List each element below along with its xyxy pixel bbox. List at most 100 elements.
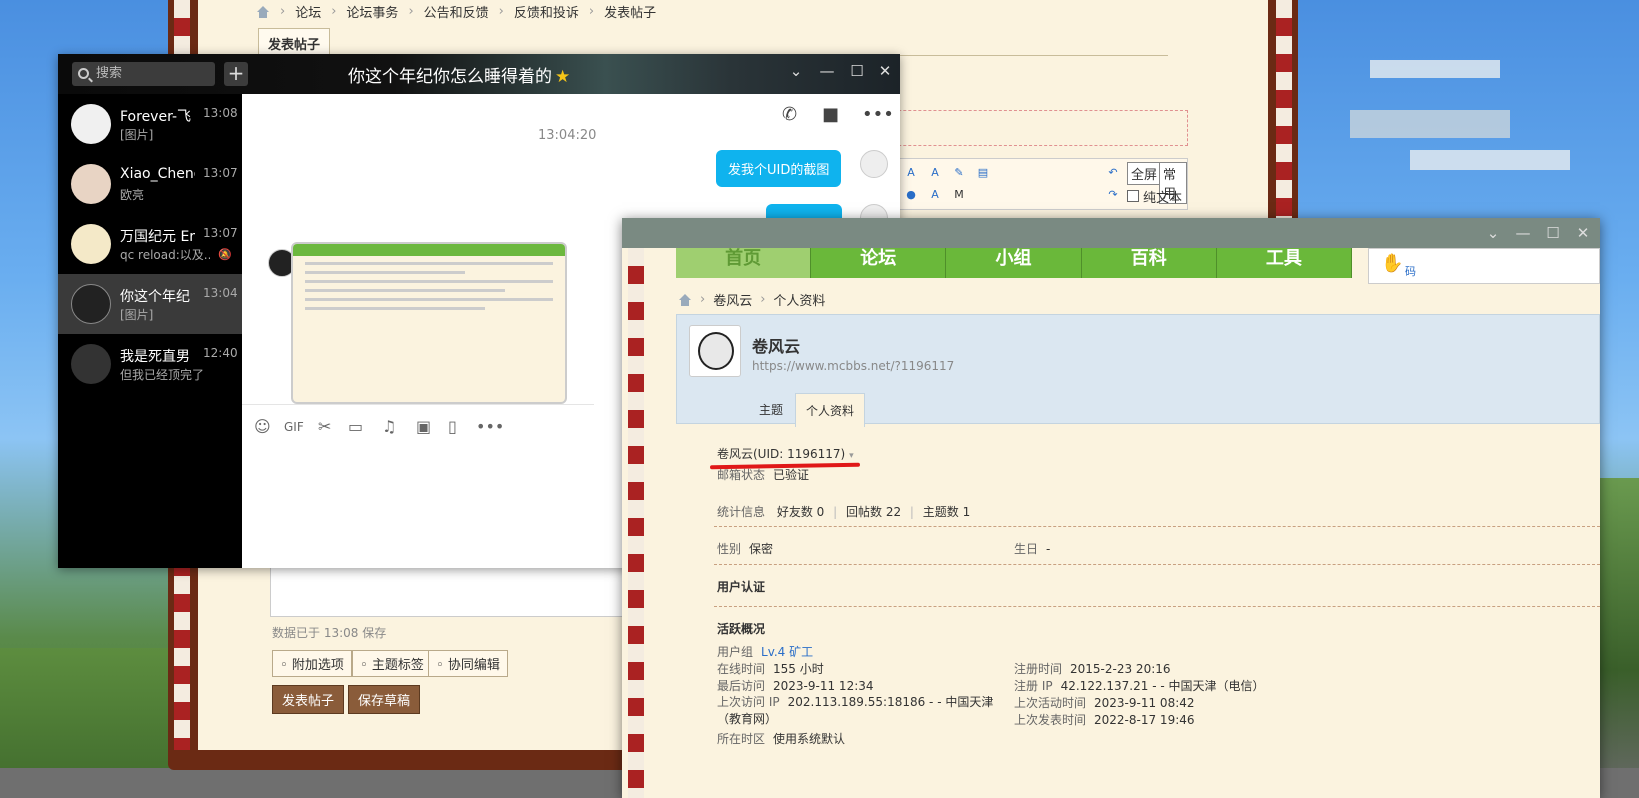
- attach-options-button[interactable]: ◦ 附加选项: [272, 650, 352, 677]
- image-icon[interactable]: ▣: [416, 417, 431, 436]
- online-label: 在线时间: [717, 662, 766, 676]
- breadcrumb-item[interactable]: 论坛事务: [346, 2, 398, 21]
- subscript-icon[interactable]: A: [927, 187, 943, 203]
- option-label: 协同编辑: [447, 658, 500, 673]
- breadcrumb-item[interactable]: 卷风云: [713, 290, 752, 309]
- table-icon[interactable]: ▤: [975, 165, 991, 181]
- gif-icon[interactable]: GIF: [284, 420, 304, 434]
- profile-titlebar: ⌄ — ☐ ✕: [622, 218, 1600, 248]
- phone-screen-icon[interactable]: ▯: [448, 417, 457, 436]
- emoji-icon[interactable]: ☺: [254, 417, 271, 436]
- topic-tags-button[interactable]: ◦ 主题标签: [352, 650, 432, 677]
- nav-wiki[interactable]: 百科: [1082, 248, 1217, 278]
- conversation-item[interactable]: Forever-飞 13:08 [图片]: [58, 94, 242, 154]
- divider: [714, 526, 1600, 527]
- plaintext-checkbox[interactable]: [1127, 190, 1139, 202]
- conversation-item[interactable]: 万国纪元 Er 13:07 qc reload:以及... 🔕: [58, 214, 242, 274]
- avatar: [71, 164, 111, 204]
- chevron-down-icon[interactable]: ⌄: [1482, 224, 1504, 242]
- conversation-time: 12:40: [203, 346, 238, 360]
- avatar[interactable]: [689, 325, 741, 377]
- title-field[interactable]: [858, 110, 1188, 146]
- search-input[interactable]: 搜索: [72, 62, 215, 86]
- chevron-down-icon[interactable]: ▾: [849, 451, 854, 461]
- close-icon[interactable]: ✕: [874, 62, 896, 80]
- breadcrumb-item[interactable]: 论坛: [295, 2, 321, 21]
- emoji-icon[interactable]: ●: [903, 187, 919, 203]
- email-status: 邮箱状态 已验证: [717, 466, 809, 483]
- add-button[interactable]: +: [224, 62, 248, 86]
- breadcrumb-separator: ›: [700, 292, 706, 307]
- conversation-item[interactable]: Xiao_Cheng 13:07 欧亮: [58, 154, 242, 214]
- gender-row: 性别 保密: [717, 540, 773, 557]
- nav-group[interactable]: 小组: [946, 248, 1082, 278]
- search-icon: [78, 68, 89, 79]
- stats-replies[interactable]: 回帖数 22: [846, 505, 901, 519]
- submit-post-button[interactable]: 发表帖子: [272, 685, 345, 714]
- font-size-icon[interactable]: A: [927, 165, 943, 181]
- cert-title: 用户认证: [717, 580, 766, 594]
- stats-row: 统计信息 好友数 0 | 回帖数 22 | 主题数 1: [717, 503, 970, 520]
- conversation-name: 我是死直男: [120, 349, 190, 365]
- usergroup-value[interactable]: Lv.4 矿工: [761, 645, 813, 659]
- eraser-icon[interactable]: ✎: [951, 165, 967, 181]
- redo-icon[interactable]: ↷: [1105, 187, 1121, 203]
- breadcrumb-item: 发表帖子: [604, 6, 657, 21]
- music-icon[interactable]: ♫: [382, 417, 396, 436]
- collab-edit-button[interactable]: ◦ 协同编辑: [428, 650, 508, 677]
- minimize-icon[interactable]: —: [816, 62, 838, 80]
- stats-friends[interactable]: 好友数 0: [777, 505, 824, 519]
- last-visit-row: 最后访问 2023-9-11 12:34: [717, 677, 874, 694]
- ruby-icon[interactable]: A: [903, 165, 919, 181]
- nav-forum[interactable]: 论坛: [811, 248, 947, 278]
- image-message[interactable]: [291, 242, 567, 404]
- maximize-icon[interactable]: ☐: [846, 62, 868, 80]
- nav-tools[interactable]: 工具: [1217, 248, 1353, 278]
- conversation-item[interactable]: 我是死直男 12:40 但我已经顶完了: [58, 334, 242, 394]
- conversation-time: 13:08: [203, 106, 238, 120]
- save-draft-button[interactable]: 保存草稿: [348, 685, 421, 714]
- maximize-icon[interactable]: ☐: [1542, 224, 1564, 242]
- scissors-icon[interactable]: ✂: [318, 417, 331, 436]
- image-thumbnail-line: [305, 289, 505, 292]
- nav-home[interactable]: 首页: [676, 248, 812, 278]
- cloud-block: [1410, 150, 1570, 170]
- more-icon[interactable]: •••: [862, 104, 894, 125]
- folder-icon[interactable]: ▭: [348, 417, 363, 436]
- video-call-icon[interactable]: ■: [822, 104, 839, 125]
- fullscreen-button[interactable]: 全屏: [1127, 162, 1162, 185]
- markdown-icon[interactable]: M: [951, 187, 967, 203]
- conversation-item[interactable]: 你这个年纪 13:04 [图片]: [58, 274, 242, 334]
- cloud-block: [1370, 60, 1500, 78]
- draft-status: 数据已于 13:08 保存: [272, 626, 387, 640]
- minimize-icon[interactable]: —: [1512, 224, 1534, 242]
- qr-label: 码: [1405, 265, 1416, 278]
- close-icon[interactable]: ✕: [1572, 224, 1594, 242]
- message-bubble[interactable]: 发我个UID的截图: [716, 150, 842, 187]
- profile-border-left: [628, 248, 644, 798]
- home-icon[interactable]: [678, 293, 692, 306]
- tab-threads[interactable]: 主题: [749, 393, 793, 426]
- image-thumbnail-line: [305, 298, 553, 301]
- profile-url[interactable]: https://www.mcbbs.net/?1196117: [752, 359, 954, 373]
- last-post-value: 2022-8-17 19:46: [1094, 713, 1195, 727]
- uid-line: 卷风云(UID: 1196117) ▾: [717, 445, 854, 462]
- conversation-preview: [图片]: [120, 308, 154, 322]
- more-icon[interactable]: •••: [476, 417, 504, 436]
- online-value: 155 小时: [773, 662, 824, 676]
- home-icon[interactable]: [256, 5, 270, 18]
- online-row: 在线时间 155 小时: [717, 660, 824, 677]
- option-bullet-icon: ◦: [360, 658, 372, 673]
- mute-icon: 🔕: [218, 248, 232, 261]
- breadcrumb-item[interactable]: 公告和反馈: [424, 2, 489, 21]
- breadcrumb-item[interactable]: 反馈和投诉: [514, 2, 579, 21]
- phone-icon[interactable]: ✆: [782, 104, 797, 125]
- last-active-label: 上次活动时间: [1014, 696, 1087, 710]
- conversation-name: 你这个年纪: [120, 289, 190, 305]
- stats-threads[interactable]: 主题数 1: [923, 505, 970, 519]
- chevron-down-icon[interactable]: ⌄: [785, 62, 807, 80]
- chat-input-area[interactable]: ☺ GIF ✂ ▭ ♫ ▣ ▯ •••: [242, 404, 594, 568]
- undo-icon[interactable]: ↶: [1105, 165, 1121, 181]
- tab-profile[interactable]: 个人资料: [795, 393, 866, 427]
- qr-box[interactable]: ✋ 码: [1368, 248, 1600, 284]
